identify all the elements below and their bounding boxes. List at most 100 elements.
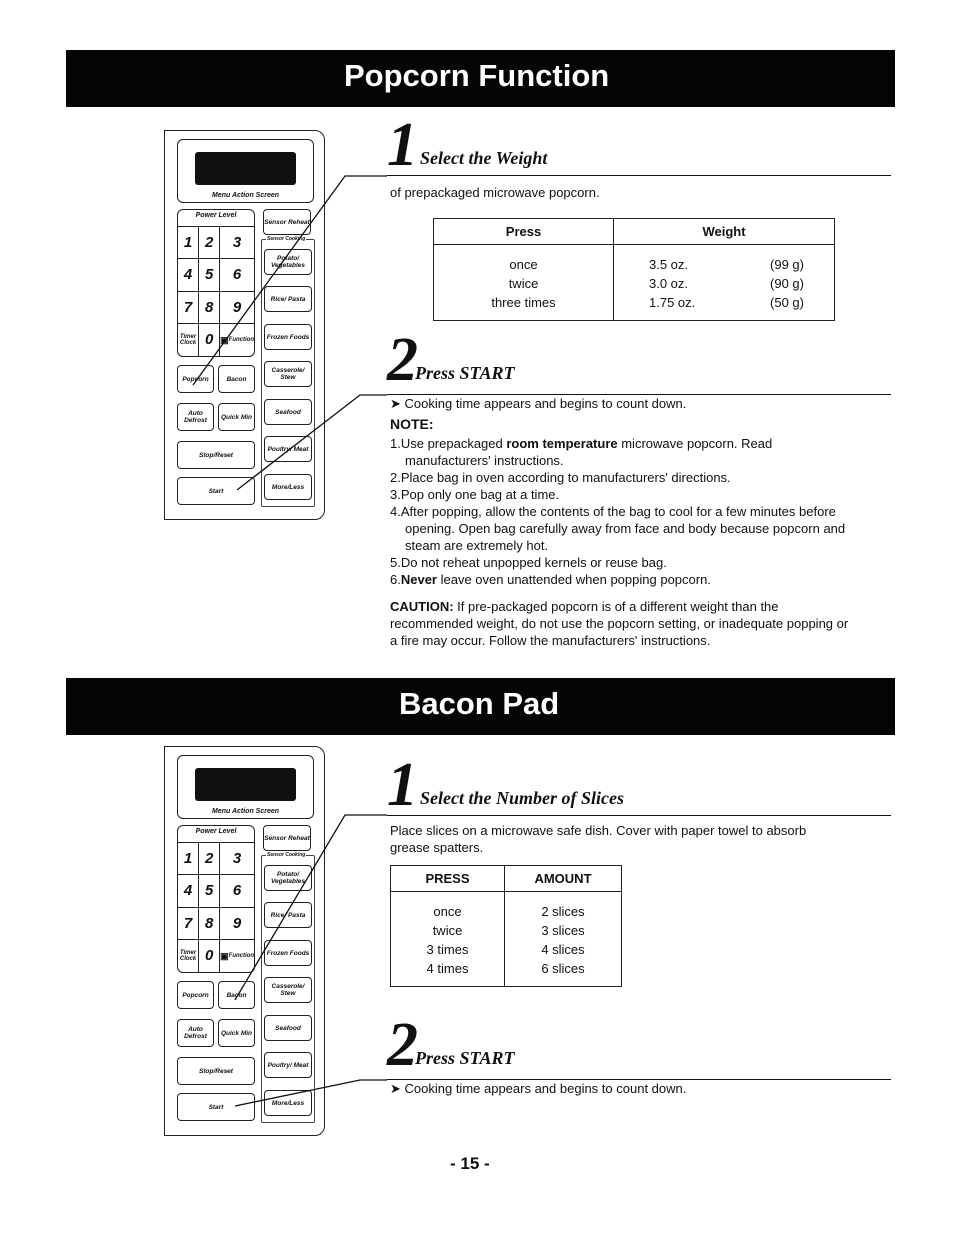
- note-continuation: steam are extremely hot.: [405, 538, 549, 553]
- key-4[interactable]: 4: [178, 259, 200, 292]
- popcorn-button[interactable]: Popcorn: [177, 365, 214, 393]
- key-1[interactable]: 1: [178, 843, 200, 876]
- table-row: 1.75 oz. (50 g): [614, 293, 834, 312]
- key-5[interactable]: 5: [199, 875, 221, 908]
- step-number: 2: [387, 326, 418, 394]
- auto-defrost-button[interactable]: Auto Defrost: [177, 1019, 214, 1047]
- step-title: Press START: [415, 363, 515, 383]
- key-4[interactable]: 4: [178, 875, 200, 908]
- note-item: 4.After popping, allow the contents of t…: [390, 504, 836, 519]
- poultry-meat-button[interactable]: Poultry/ Meat: [264, 1052, 312, 1078]
- keypad-diagram-bacon: Menu Action Screen Power Level 1 2 3 4 5…: [164, 746, 325, 1136]
- potato-vegetables-button[interactable]: Potato/ Vegetables: [264, 249, 312, 275]
- amount-column: 2 slices 3 slices 4 slices 6 slices: [504, 891, 622, 987]
- note-item: 6.Never leave oven unattended when poppi…: [390, 571, 845, 588]
- stop-reset-button[interactable]: Stop/Reset: [177, 1057, 255, 1085]
- key-2[interactable]: 2: [199, 843, 221, 876]
- key-3[interactable]: 3: [220, 227, 254, 260]
- seafood-button[interactable]: Seafood: [264, 1015, 312, 1041]
- key-0[interactable]: 0: [199, 323, 221, 356]
- step-title: Select the Weight: [420, 148, 548, 168]
- power-level-label[interactable]: Power Level: [178, 212, 254, 219]
- step-title: Press START: [415, 1048, 515, 1068]
- clock-function-icon: ▣: [220, 950, 229, 961]
- key-7[interactable]: 7: [178, 291, 200, 324]
- casserole-stew-button[interactable]: Casserole/ Stew: [264, 361, 312, 387]
- note-text: 6.: [390, 572, 401, 587]
- more-less-button[interactable]: More/Less: [264, 1090, 312, 1116]
- key-9[interactable]: 9: [220, 292, 254, 324]
- bacon-slices-table: PRESS AMOUNT once twice 3 times 4 times …: [390, 865, 622, 987]
- clock-function-icon: ▣: [220, 334, 229, 345]
- key-function[interactable]: ▣ Function: [220, 940, 254, 972]
- frozen-foods-button[interactable]: Frozen Foods: [264, 324, 312, 350]
- key-8[interactable]: 8: [199, 907, 221, 940]
- key-6[interactable]: 6: [220, 875, 254, 908]
- bacon-button[interactable]: Bacon: [218, 981, 255, 1009]
- step-1-description: Place slices on a microwave safe dish. C…: [390, 822, 806, 856]
- start-button[interactable]: Start: [177, 1093, 255, 1121]
- table-cell: (90 g): [770, 276, 804, 291]
- press-column: once twice three times: [433, 244, 614, 321]
- more-less-button[interactable]: More/Less: [264, 474, 312, 500]
- rice-pasta-button[interactable]: Rice/ Pasta: [264, 286, 312, 312]
- popcorn-button[interactable]: Popcorn: [177, 981, 214, 1009]
- potato-vegetables-button[interactable]: Potato/ Vegetables: [264, 865, 312, 891]
- note-item: 2.Place bag in oven according to manufac…: [390, 470, 731, 485]
- table-header: Weight: [613, 218, 835, 245]
- table-row: 3.5 oz. (99 g): [614, 255, 834, 274]
- section-banner-bacon: Bacon Pad: [66, 678, 895, 735]
- casserole-stew-button[interactable]: Casserole/ Stew: [264, 977, 312, 1003]
- seafood-button[interactable]: Seafood: [264, 399, 312, 425]
- key-3[interactable]: 3: [220, 843, 254, 876]
- key-2[interactable]: 2: [199, 227, 221, 260]
- bacon-button[interactable]: Bacon: [218, 365, 255, 393]
- poultry-meat-button[interactable]: Poultry/ Meat: [264, 436, 312, 462]
- rice-pasta-button[interactable]: Rice/ Pasta: [264, 902, 312, 928]
- menu-action-screen: Menu Action Screen: [177, 139, 314, 203]
- step-number: 1: [387, 111, 418, 179]
- key-7[interactable]: 7: [178, 907, 200, 940]
- caution-label: CAUTION:: [390, 599, 454, 614]
- step-1-heading: 1 Select the Number of Slices: [387, 751, 891, 819]
- note-emphasis: Never: [400, 572, 437, 587]
- table-header: AMOUNT: [504, 865, 622, 892]
- sensor-reheat-button[interactable]: Sensor Reheat: [263, 209, 311, 235]
- key-1[interactable]: 1: [178, 227, 200, 260]
- frozen-foods-button[interactable]: Frozen Foods: [264, 940, 312, 966]
- sensor-cooking-label: Sensor Cooking: [266, 852, 307, 858]
- step-1-description: of prepackaged microwave popcorn.: [390, 185, 600, 200]
- step-2-heading: 2Press START: [387, 326, 891, 395]
- note-text: leave oven unattended when popping popco…: [436, 572, 711, 587]
- table-cell: twice: [432, 923, 463, 938]
- key-function[interactable]: ▣ Function: [220, 324, 254, 356]
- quick-min-button[interactable]: Quick Min: [218, 403, 255, 431]
- screen-label: Menu Action Screen: [211, 192, 280, 199]
- table-cell: 6 slices: [541, 961, 585, 976]
- note-emphasis: room temperature: [506, 436, 618, 451]
- quick-min-button[interactable]: Quick Min: [218, 1019, 255, 1047]
- section-title: Popcorn Function: [344, 58, 610, 93]
- key-timer-clock[interactable]: Timer Clock: [178, 323, 200, 356]
- start-button[interactable]: Start: [177, 477, 255, 505]
- key-8[interactable]: 8: [199, 291, 221, 324]
- key-5[interactable]: 5: [199, 259, 221, 292]
- auto-defrost-button[interactable]: Auto Defrost: [177, 403, 214, 431]
- table-cell: (99 g): [770, 257, 804, 272]
- notes-list: 1.Use prepackaged room temperature micro…: [390, 435, 845, 588]
- caution-text: If pre-packaged popcorn is of a differen…: [453, 599, 779, 614]
- step-number: 1: [387, 751, 418, 819]
- step-title: Select the Number of Slices: [420, 788, 624, 808]
- stop-reset-button[interactable]: Stop/Reset: [177, 441, 255, 469]
- key-0[interactable]: 0: [199, 939, 221, 972]
- key-9[interactable]: 9: [220, 908, 254, 940]
- sensor-reheat-button[interactable]: Sensor Reheat: [263, 825, 311, 851]
- step-2-heading: 2Press START: [387, 1014, 891, 1080]
- menu-action-screen: Menu Action Screen: [177, 755, 314, 819]
- power-level-label[interactable]: Power Level: [178, 828, 254, 835]
- key-timer-clock[interactable]: Timer Clock: [178, 939, 200, 972]
- description-line: Place slices on a microwave safe dish. C…: [390, 823, 807, 838]
- table-cell: 3.0 oz.: [649, 276, 689, 291]
- key-6[interactable]: 6: [220, 259, 254, 292]
- note-label: NOTE:: [390, 416, 434, 432]
